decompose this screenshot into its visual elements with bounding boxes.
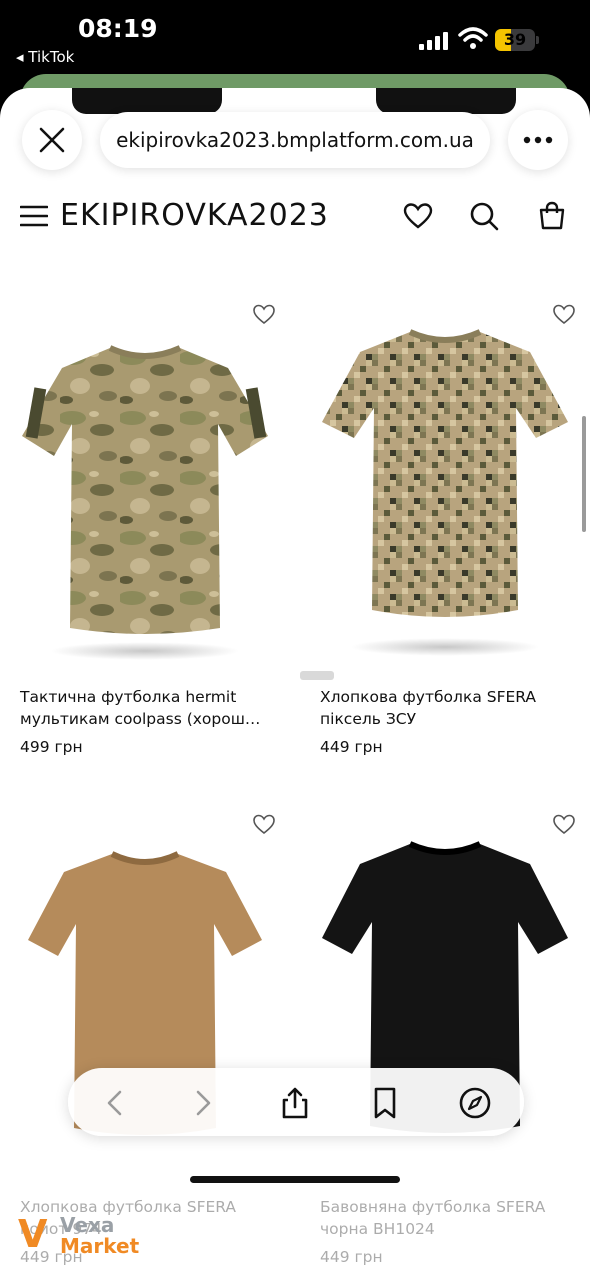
product-title[interactable]: Бавовняна футболка SFERA чорна BH1024 [320,1196,580,1240]
close-icon [39,127,65,153]
search-icon[interactable] [468,200,500,232]
product-price: 499 грн [20,738,83,756]
bag-icon[interactable] [536,200,568,232]
more-button[interactable] [508,110,568,170]
heart-icon[interactable] [252,302,276,326]
site-header: EKIPIROVKA2023 [0,188,590,244]
forward-icon[interactable] [186,1086,220,1120]
product-image[interactable] [0,288,290,668]
compass-icon[interactable] [458,1086,492,1120]
product-price: 449 грн [320,738,383,756]
site-logo[interactable]: EKIPIROVKA2023 [60,198,329,233]
product-price: 449 грн [320,1248,383,1266]
image-page-indicator [300,671,334,680]
product-title[interactable]: Тактична футболка hermit мультикам coolp… [20,686,280,730]
product-card[interactable] [300,288,590,668]
product-shadow [350,638,540,656]
more-icon [523,136,553,144]
previous-product-image [72,88,222,114]
product-card[interactable] [0,288,290,668]
status-time: 08:19 [78,14,158,43]
scroll-indicator[interactable] [582,416,586,532]
wifi-icon [458,27,488,49]
heart-icon[interactable] [252,812,276,836]
share-icon[interactable] [278,1086,312,1120]
back-to-app-link[interactable]: ◂ TikTok [16,48,74,66]
back-icon[interactable] [98,1086,132,1120]
previous-product-image [376,88,516,114]
heart-icon[interactable] [402,200,434,232]
menu-icon[interactable] [20,205,48,227]
watermark-line2: Market [60,1234,140,1258]
cellular-signal-icon [419,32,449,50]
product-shadow [50,642,240,660]
close-button[interactable] [22,110,82,170]
battery-indicator: 39 [495,29,539,51]
heart-icon[interactable] [552,812,576,836]
battery-percent: 39 [503,30,527,49]
product-title[interactable]: Хлопкова футболка SFERA піксель ЗСУ [320,686,580,730]
url-bar[interactable]: ekipirovka2023.bmplatform.com.ua [100,112,490,168]
bookmarks-icon[interactable] [368,1086,402,1120]
browser-toolbar [68,1068,524,1136]
heart-icon[interactable] [552,302,576,326]
watermark-logo: V Vexa Market [18,1212,148,1258]
product-image[interactable] [300,288,590,668]
home-indicator[interactable] [190,1176,400,1183]
watermark-v: V [18,1212,48,1256]
